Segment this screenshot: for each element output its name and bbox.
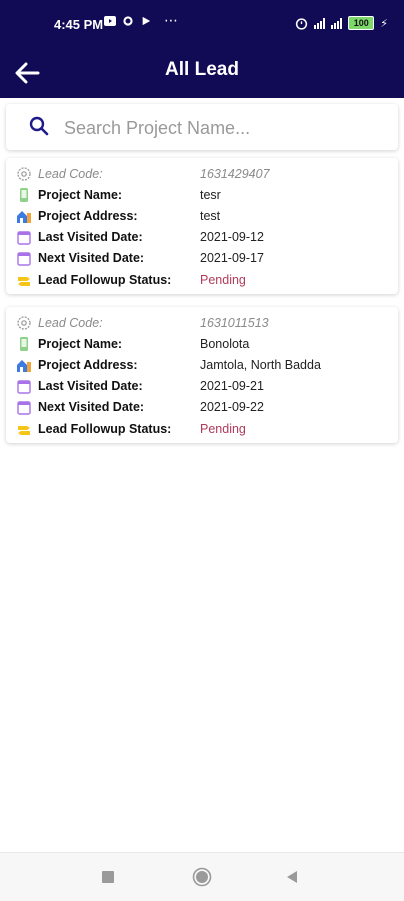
alarm-icon	[296, 17, 308, 30]
project-address-label: Project Address:	[38, 358, 138, 372]
project-address-label: Project Address:	[38, 209, 138, 223]
last-visited-row: Last Visited Date: 2021-09-12	[16, 227, 388, 247]
search-input[interactable]	[62, 112, 386, 144]
whatsapp-icon	[123, 16, 133, 26]
followup-status-label: Lead Followup Status:	[38, 422, 172, 436]
charging-icon: ⚡	[380, 17, 388, 30]
lead-code-value: 1631429407	[200, 167, 270, 181]
youtube-icon	[104, 16, 116, 26]
more-notifications-icon: ⋯	[164, 12, 179, 28]
signpost-icon	[16, 421, 32, 437]
last-visited-label: Last Visited Date:	[38, 379, 143, 393]
next-visited-value: 2021-09-22	[200, 400, 264, 414]
system-navigation-bar	[0, 852, 404, 901]
last-visited-value: 2021-09-12	[200, 230, 264, 244]
status-time: 4:45 PM	[54, 17, 104, 32]
circle-icon	[192, 867, 212, 887]
next-visited-label: Next Visited Date:	[38, 400, 145, 414]
calendar-icon	[16, 250, 32, 266]
followup-status-label: Lead Followup Status:	[38, 273, 172, 287]
signal-icon	[314, 17, 326, 29]
followup-status-value: Pending	[200, 422, 246, 436]
next-visited-label: Next Visited Date:	[38, 251, 145, 265]
followup-status-row: Lead Followup Status: Pending	[16, 270, 388, 290]
signal-icon-2	[331, 17, 343, 29]
search-bar[interactable]	[6, 104, 398, 150]
recents-button[interactable]	[98, 867, 118, 887]
last-visited-row: Last Visited Date: 2021-09-21	[16, 376, 388, 396]
battery-icon: 100	[348, 16, 375, 30]
page-title: All Lead	[165, 59, 239, 80]
gear-icon	[16, 315, 32, 331]
project-name-label: Project Name:	[38, 337, 123, 351]
status-bar: 4:45 PM ⋯ 100 ⚡	[0, 0, 404, 48]
project-address-value: Jamtola, North Badda	[200, 358, 321, 372]
last-visited-value: 2021-09-21	[200, 379, 264, 393]
lead-code-label: Lead Code:	[38, 316, 103, 330]
gear-icon	[16, 166, 32, 182]
project-address-value: test	[200, 209, 221, 223]
home-button[interactable]	[192, 867, 212, 887]
project-name-value: Bonolota	[200, 337, 250, 351]
buildings-icon	[16, 357, 32, 373]
lead-card[interactable]: Lead Code: 1631429407 Project Name: tesr…	[6, 158, 398, 294]
notification-icons	[104, 16, 152, 26]
last-visited-label: Last Visited Date:	[38, 230, 143, 244]
system-icons: 100 ⚡	[295, 16, 388, 30]
buildings-icon	[16, 208, 32, 224]
next-visited-row: Next Visited Date: 2021-09-22	[16, 397, 388, 417]
back-nav-button[interactable]	[282, 867, 302, 887]
project-name-value: tesr	[200, 188, 221, 202]
next-visited-row: Next Visited Date: 2021-09-17	[16, 248, 388, 268]
search-icon[interactable]	[28, 115, 50, 137]
next-visited-value: 2021-09-17	[200, 251, 264, 265]
project-name-label: Project Name:	[38, 188, 123, 202]
lead-code-label: Lead Code:	[38, 167, 103, 181]
project-name-row: Project Name: tesr	[16, 185, 388, 205]
lead-code-value: 1631011513	[200, 316, 269, 330]
play-icon	[142, 16, 151, 26]
lead-card[interactable]: Lead Code: 1631011513 Project Name: Bono…	[6, 307, 398, 443]
phone-icon	[16, 187, 32, 203]
phone-icon	[16, 336, 32, 352]
square-icon	[102, 871, 114, 883]
app-header: 4:45 PM ⋯ 100 ⚡ All Lead	[0, 0, 404, 98]
toolbar: All Lead	[0, 48, 404, 98]
followup-status-row: Lead Followup Status: Pending	[16, 419, 388, 439]
calendar-icon	[16, 399, 32, 415]
signpost-icon	[16, 272, 32, 288]
project-address-row: Project Address: test	[16, 206, 388, 226]
calendar-icon	[16, 229, 32, 245]
project-name-row: Project Name: Bonolota	[16, 334, 388, 354]
lead-code-row: Lead Code: 1631011513	[16, 313, 388, 333]
followup-status-value: Pending	[200, 273, 246, 287]
lead-code-row: Lead Code: 1631429407	[16, 164, 388, 184]
calendar-icon	[16, 378, 32, 394]
project-address-row: Project Address: Jamtola, North Badda	[16, 355, 388, 375]
triangle-back-icon	[287, 871, 297, 883]
